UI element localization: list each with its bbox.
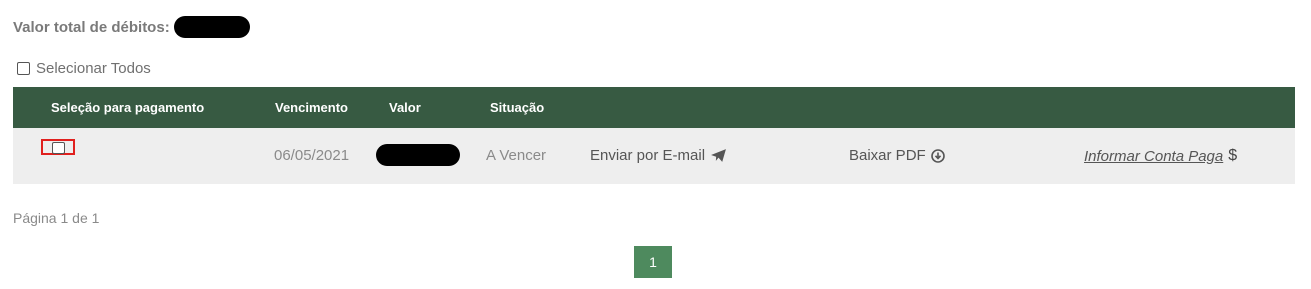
mark-paid-label: Informar Conta Paga: [1084, 147, 1224, 165]
send-email-label: Enviar por E-mail: [590, 147, 706, 164]
header-selection: Seleção para pagamento: [51, 100, 205, 115]
table-header: Seleção para pagamento Vencimento Valor …: [13, 87, 1295, 128]
download-pdf-label: Baixar PDF: [849, 147, 926, 164]
select-all-checkbox[interactable]: [17, 62, 30, 75]
debits-table: Seleção para pagamento Vencimento Valor …: [13, 87, 1295, 184]
row-select-checkbox[interactable]: [41, 139, 75, 155]
dollar-icon: $: [1228, 147, 1238, 164]
row-value-redacted: [376, 144, 460, 166]
select-all-label: Selecionar Todos: [36, 60, 151, 77]
download-pdf-action[interactable]: Baixar PDF: [849, 147, 945, 164]
paper-plane-icon: [711, 149, 726, 162]
header-value: Valor: [389, 100, 421, 115]
row-due-date: 06/05/2021: [274, 147, 350, 164]
total-debits: Valor total de débitos:: [13, 16, 250, 38]
pagination-info: Página 1 de 1: [13, 210, 100, 226]
page-button-current[interactable]: 1: [634, 246, 672, 278]
mark-paid-link[interactable]: Informar Conta Paga $: [1084, 147, 1237, 165]
header-status: Situação: [490, 100, 545, 115]
checkbox-box[interactable]: [52, 142, 65, 154]
select-all[interactable]: Selecionar Todos: [17, 60, 151, 77]
total-debits-value-redacted: [173, 16, 250, 38]
header-due-date: Vencimento: [275, 100, 348, 115]
send-email-action[interactable]: Enviar por E-mail: [590, 147, 727, 164]
total-debits-label: Valor total de débitos:: [13, 18, 170, 36]
table-row: 06/05/2021 A Vencer Enviar por E-mail Ba…: [13, 128, 1295, 184]
row-status: A Vencer: [486, 147, 547, 164]
download-circle-icon: [930, 148, 945, 163]
